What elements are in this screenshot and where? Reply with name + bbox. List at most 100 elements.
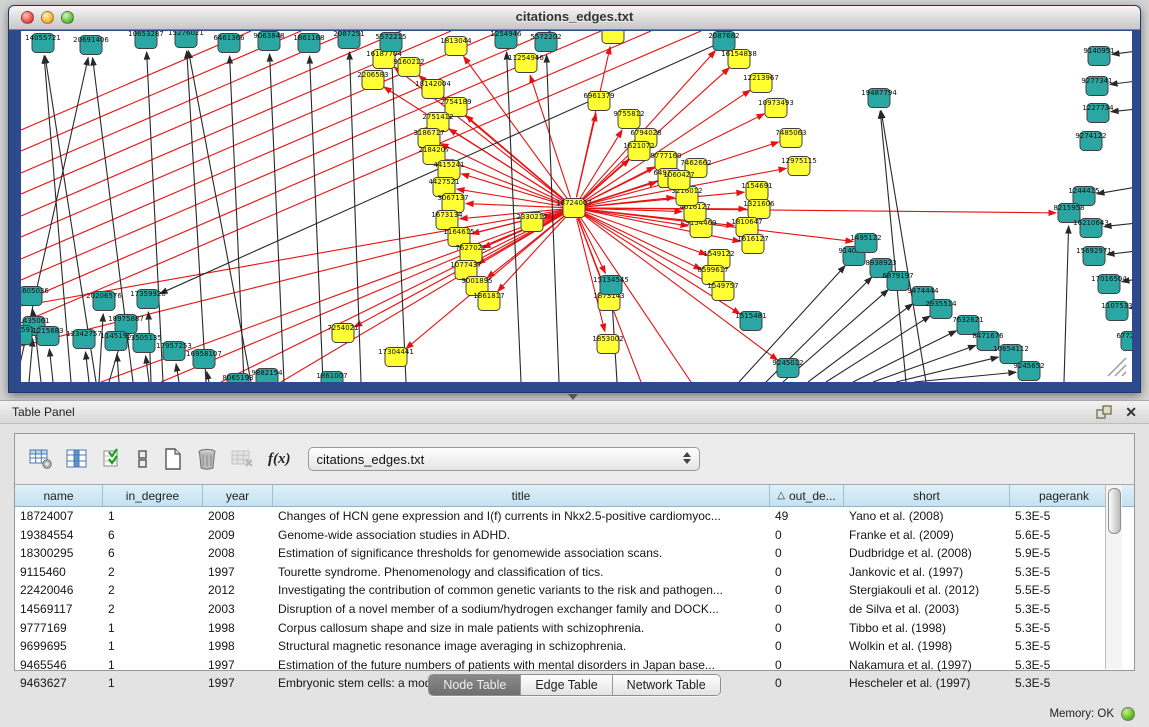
node-label: 1227734	[1082, 104, 1114, 112]
node-label: 9140951	[1083, 47, 1114, 55]
node-label: 17359928	[130, 290, 166, 298]
node-label: 8183044	[597, 31, 629, 33]
cell: 0	[770, 619, 844, 638]
scrollbar-thumb[interactable]	[1108, 488, 1121, 534]
citation-edge	[21, 31, 651, 302]
edge	[146, 356, 149, 382]
node-label: 10653287	[128, 31, 164, 38]
node-label: 4415241	[433, 161, 464, 169]
node-label: 9001895	[461, 277, 492, 285]
cell: 9115460	[15, 563, 103, 582]
cell: 6	[103, 526, 203, 545]
cell: 2008	[203, 544, 273, 563]
cell: 0	[770, 600, 844, 619]
table-row[interactable]: 946554611997Estimation of the future num…	[15, 656, 1134, 675]
cell: 2012	[203, 581, 273, 600]
edge	[853, 331, 956, 382]
edge	[1064, 226, 1069, 382]
delete-icon[interactable]	[196, 446, 218, 472]
citation-edge	[577, 114, 597, 198]
new-file-icon[interactable]	[163, 446, 183, 472]
cell: 5.9E-5	[1010, 544, 1119, 563]
node-label: 9245652	[1013, 362, 1044, 370]
node-label: 1515481	[735, 312, 766, 320]
node-label: 20691406	[73, 36, 109, 44]
node-label: 6772022	[1116, 332, 1132, 340]
window-titlebar[interactable]: citations_edges.txt	[9, 6, 1140, 30]
network-canvas[interactable]: 1872400723302171618770491602122206583181…	[21, 31, 1132, 382]
node-label: 8215958	[1053, 204, 1084, 212]
table-row[interactable]: 1872400712008Changes of HCN gene express…	[15, 507, 1134, 526]
table-row[interactable]: 1938455462009Genome-wide association stu…	[15, 526, 1134, 545]
node-label: 16154838	[721, 50, 757, 58]
column-header-year[interactable]: year	[203, 485, 273, 506]
node-label: 15134545	[593, 276, 629, 284]
column-header-title[interactable]: title	[273, 485, 770, 506]
show-column-icon[interactable]	[66, 446, 88, 472]
column-header-short[interactable]: short	[844, 485, 1010, 506]
cell: 1998	[203, 619, 273, 638]
sort-asc-icon: △	[777, 490, 785, 501]
node-label: 9160212	[393, 58, 424, 66]
cell: 9777169	[15, 619, 103, 638]
table-row[interactable]: 1456911722003Disruption of a novel membe…	[15, 600, 1134, 619]
node-label: 9474444	[907, 287, 939, 295]
cell: 0	[770, 581, 844, 600]
cell: 5.6E-5	[1010, 526, 1119, 545]
tab-network-table[interactable]: Network Table	[613, 675, 720, 695]
cell: 5.3E-5	[1010, 656, 1119, 675]
select-columns-icon[interactable]	[101, 446, 123, 472]
cell: Wolkin et al. (1998)	[844, 637, 1010, 656]
node-label: 10654112	[993, 345, 1029, 353]
node-label: 7485063	[775, 129, 806, 137]
citation-edge	[580, 130, 622, 199]
node-label: 17304441	[378, 348, 414, 356]
node-label: 9277341	[1081, 77, 1112, 85]
cell: 6	[103, 544, 203, 563]
table-tabs: Node TableEdge TableNetwork Table	[0, 674, 1149, 696]
node-label: 13505135	[126, 334, 162, 342]
tab-node-table[interactable]: Node Table	[429, 675, 521, 695]
cell: Corpus callosum shape and size in male p…	[273, 619, 770, 638]
node-label: 16958107	[186, 350, 222, 358]
edge	[826, 316, 930, 382]
column-header-name[interactable]: name	[15, 485, 103, 506]
function-builder-icon[interactable]: f(x)	[268, 446, 291, 472]
resize-grip-icon[interactable]	[1106, 356, 1128, 378]
close-panel-icon[interactable]: ✕	[1125, 405, 1137, 419]
node-label: 20206576	[86, 292, 122, 300]
edge	[1097, 187, 1132, 194]
table-row[interactable]: 2242004622012Investigating the contribut…	[15, 581, 1134, 600]
node-label: 3186717	[413, 129, 444, 137]
node-label: 7462662	[680, 159, 711, 167]
citation-edge	[585, 197, 674, 206]
table-row[interactable]: 1830029562008Estimation of significance …	[15, 544, 1134, 563]
cell: Genome-wide association studies in ADHD.	[273, 526, 770, 545]
node-table: namein_degreeyeartitle△out_de...shortpag…	[15, 484, 1134, 670]
edge	[99, 314, 103, 382]
node-label: 9274122	[1075, 132, 1106, 140]
cell: 19384554	[15, 526, 103, 545]
float-panel-icon[interactable]	[1096, 405, 1113, 420]
cell: 18300295	[15, 544, 103, 563]
table-row[interactable]: 977716911998Corpus callosum shape and si…	[15, 619, 1134, 638]
table-row[interactable]: 911546021997Tourette syndrome. Phenomeno…	[15, 563, 1134, 582]
node-label: 1435061	[21, 317, 50, 325]
node-label: 4427521	[428, 178, 459, 186]
node-label: 6461366	[213, 34, 245, 42]
table-settings-icon[interactable]	[29, 446, 53, 472]
cell: 1998	[203, 637, 273, 656]
vertical-scrollbar[interactable]	[1105, 484, 1122, 669]
rows-icon[interactable]	[136, 446, 150, 472]
column-header-in_degree[interactable]: in_degree	[103, 485, 203, 506]
cell: 18724007	[15, 507, 103, 526]
table-row[interactable]: 969969511998Structural magnetic resonanc…	[15, 637, 1134, 656]
node-label: 1853002	[592, 335, 623, 343]
node-label: 5572215	[375, 33, 406, 41]
edge	[873, 345, 976, 382]
table-select-combobox[interactable]: citations_edges.txt	[308, 447, 700, 471]
column-header-out_de[interactable]: △out_de...	[770, 485, 844, 506]
column-header-pagerank[interactable]: pagerank	[1010, 485, 1119, 506]
tab-edge-table[interactable]: Edge Table	[521, 675, 612, 695]
node-label: 1861168	[293, 34, 324, 42]
